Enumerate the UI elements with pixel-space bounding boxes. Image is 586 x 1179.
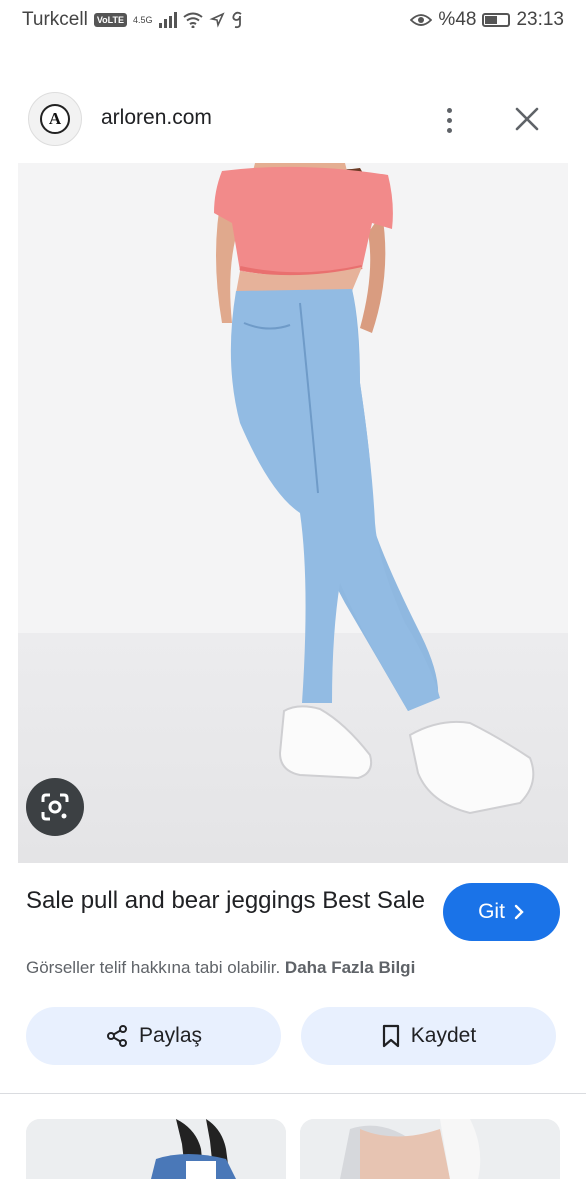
- result-title[interactable]: Sale pull and bear jeggings Best Sale: [26, 884, 426, 917]
- share-label: Paylaş: [138, 1024, 203, 1047]
- related-photo: [300, 1119, 560, 1179]
- site-domain[interactable]: arloren.com: [101, 106, 212, 130]
- save-label: Kaydet: [410, 1024, 477, 1047]
- battery-icon: [482, 13, 511, 27]
- eye-icon: [410, 14, 433, 26]
- signal-icon: [158, 12, 177, 28]
- volte-badge: VoLTE: [93, 13, 127, 27]
- navigation-icon: [208, 12, 225, 28]
- carrier-name: Turkcell: [22, 9, 88, 30]
- copyright-notice: Görseller telif hakkına tabi olabilir. D…: [26, 958, 415, 978]
- status-right: %48 23:13: [410, 9, 564, 31]
- visit-button-label: Git: [478, 900, 505, 923]
- more-dot: [446, 117, 452, 123]
- more-dot: [446, 127, 452, 133]
- clock: 23:13: [516, 9, 564, 30]
- lens-icon: [41, 793, 69, 821]
- related-photo: [26, 1119, 286, 1179]
- share-icon: [106, 1025, 127, 1047]
- close-icon[interactable]: [512, 104, 542, 134]
- app-notification-icon: [231, 11, 242, 29]
- visit-site-button[interactable]: Git: [443, 883, 560, 941]
- site-favicon[interactable]: A: [28, 92, 82, 146]
- chevron-right-icon: [514, 904, 524, 920]
- network-type: 4.5G: [132, 15, 153, 25]
- site-logo-letter: A: [40, 104, 70, 134]
- status-left: Turkcell VoLTE 4.5G: [22, 9, 243, 31]
- status-bar: Turkcell VoLTE 4.5G %48 23:13: [0, 0, 586, 40]
- share-button[interactable]: Paylaş: [26, 1007, 281, 1065]
- more-dot: [446, 107, 452, 113]
- battery-percent: %48: [438, 9, 477, 30]
- bookmark-icon: [382, 1024, 399, 1048]
- wifi-icon: [182, 12, 203, 28]
- save-button[interactable]: Kaydet: [301, 1007, 556, 1065]
- related-image-thumbnail[interactable]: [300, 1119, 560, 1179]
- battery-level: [485, 16, 497, 24]
- more-info-link[interactable]: Daha Fazla Bilgi: [285, 958, 415, 977]
- more-options-button[interactable]: [434, 100, 464, 140]
- copyright-text: Görseller telif hakkına tabi olabilir.: [26, 958, 281, 977]
- product-image[interactable]: [0, 163, 586, 863]
- result-header: A arloren.com: [0, 78, 586, 162]
- product-photo: [0, 163, 586, 863]
- google-lens-button[interactable]: [26, 778, 84, 836]
- section-divider: [0, 1093, 586, 1094]
- related-image-thumbnail[interactable]: [26, 1119, 286, 1179]
